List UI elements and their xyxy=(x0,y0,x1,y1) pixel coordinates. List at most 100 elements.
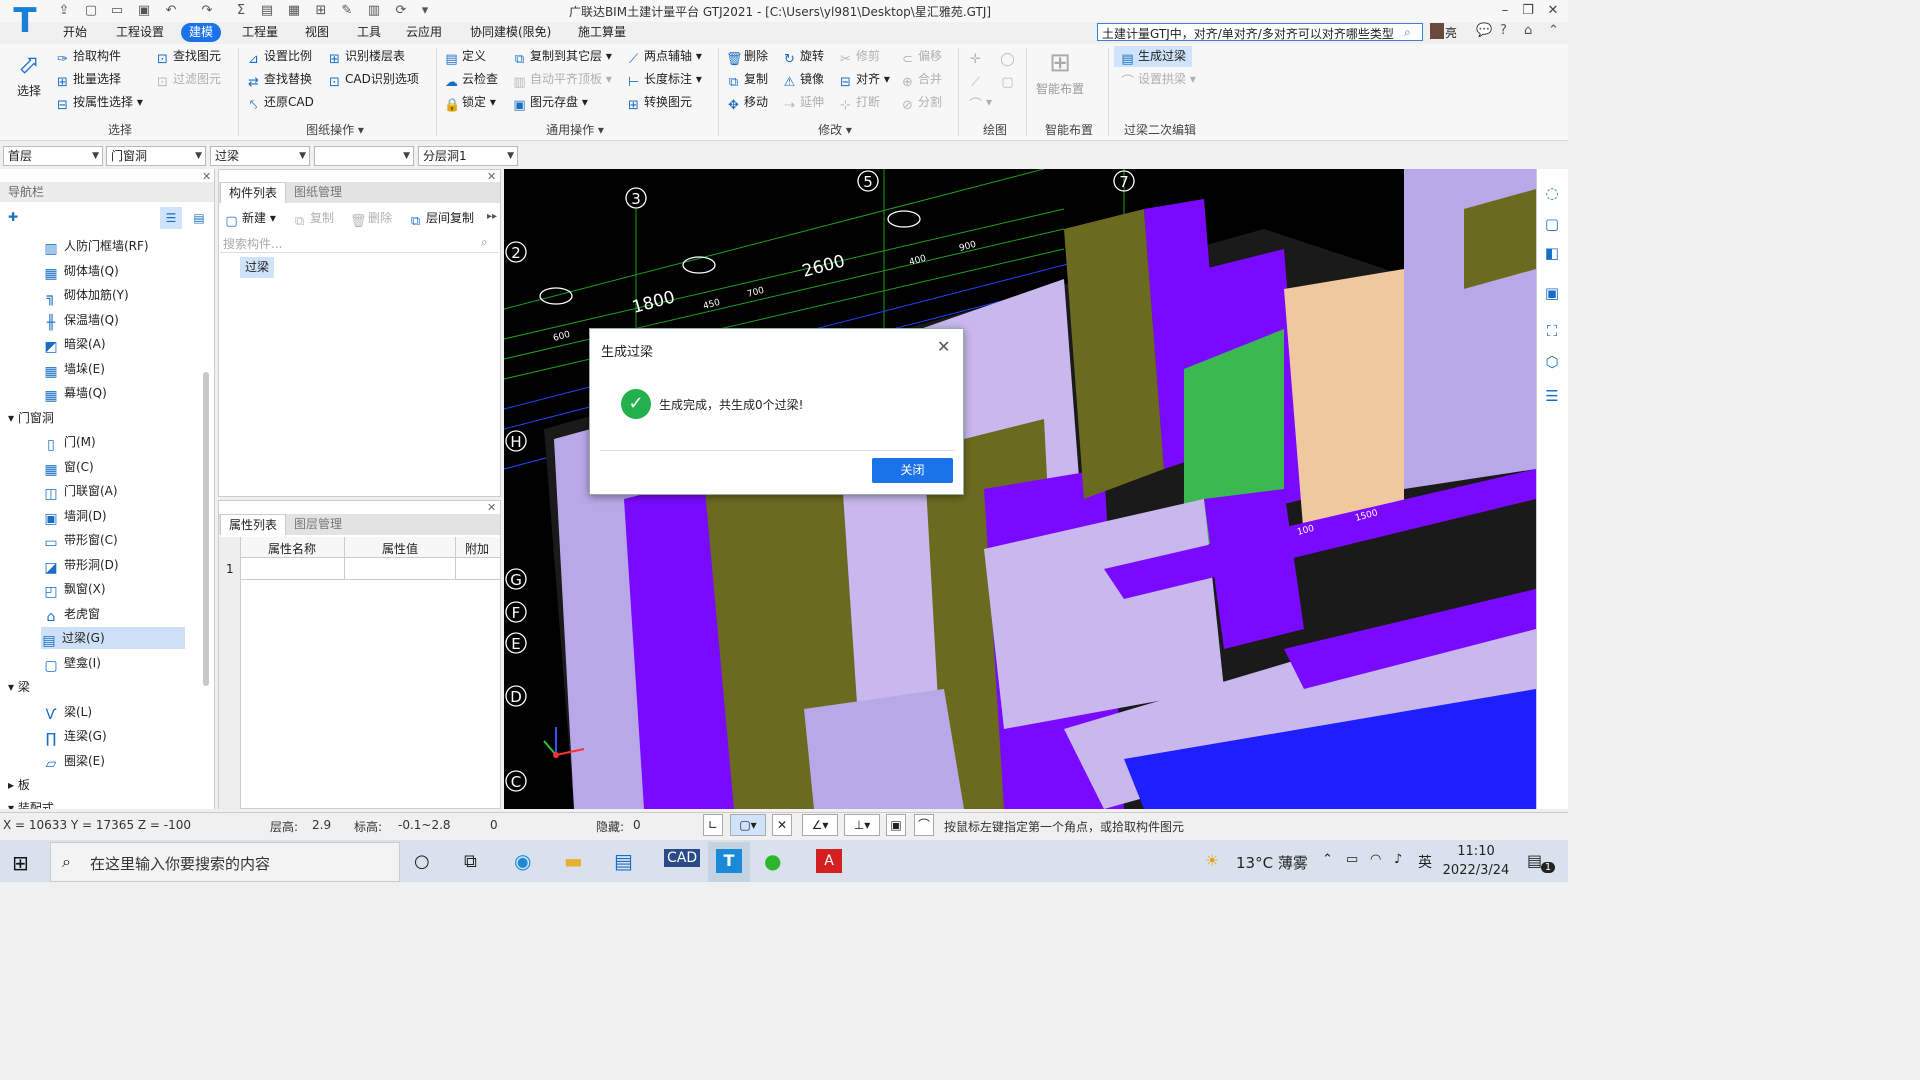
tab-drawing-manage[interactable]: 图纸管理 xyxy=(286,182,351,203)
filter-element-button[interactable]: ⊡ 过滤图元 xyxy=(155,69,221,90)
component-item-lintel[interactable]: 过梁 xyxy=(240,257,275,278)
sublayer-select[interactable]: 分层洞1 ▼ xyxy=(418,146,518,166)
align-button[interactable]: ⊟ 对齐 ▾ xyxy=(838,69,890,90)
nav-item-strip-window[interactable]: ▭ 带形窗(C) xyxy=(43,529,243,551)
close-icon[interactable]: ✕ xyxy=(487,170,496,183)
view-2d-icon[interactable]: ▢ xyxy=(1542,214,1562,234)
nav-item-beam[interactable]: Ѵ 梁(L) xyxy=(43,701,243,723)
orbit-icon[interactable]: ◌ xyxy=(1542,183,1562,203)
clock-time[interactable]: 11:10 xyxy=(1446,844,1506,859)
new-component-button[interactable]: ▢ 新建 ▾ xyxy=(224,208,276,229)
more-icon[interactable]: ▸▸ xyxy=(487,211,497,222)
nav-item-door[interactable]: ▯ 门(M) xyxy=(43,431,243,453)
batch-select-button[interactable]: ⊞ 批量选择 xyxy=(55,69,121,90)
help-search-input[interactable]: 土建计量GTJ中，对齐/单对齐/多对齐可以对齐哪些类型 xyxy=(1097,23,1423,41)
tray-expand-icon[interactable]: ⌃ xyxy=(1322,852,1333,867)
menu-tools[interactable]: 工具 xyxy=(349,23,389,42)
copy-to-other-floor-button[interactable]: ⧉ 复制到其它层 ▾ xyxy=(512,46,612,67)
nav-item-niche[interactable]: ▢ 壁龛(I) xyxy=(43,652,243,674)
nav-item-lintel[interactable]: ▤ 过梁(G) xyxy=(41,627,185,649)
sum-icon[interactable]: Σ xyxy=(232,2,250,20)
nav-item-dormer[interactable]: ⌂ 老虎窗 xyxy=(43,603,243,625)
minimize-icon[interactable]: – xyxy=(1493,0,1517,22)
nav-item-wall-buttress[interactable]: ▦ 墙垛(E) xyxy=(43,358,243,380)
nav-item-hidden-beam[interactable]: ◩ 暗梁(A) xyxy=(43,333,243,355)
lock-button[interactable]: 🔒 锁定 ▾ xyxy=(444,92,496,113)
save-element-button[interactable]: ▣ 图元存盘 ▾ xyxy=(512,92,588,113)
nav-item-ring-beam[interactable]: ▱ 圈梁(E) xyxy=(43,750,243,772)
search-icon[interactable]: ⌕ xyxy=(1404,25,1411,40)
component-select[interactable]: ▼ xyxy=(314,146,414,166)
close-icon[interactable]: ✕ xyxy=(202,170,211,183)
dynamic-view-icon[interactable]: ⬡ xyxy=(1542,352,1562,372)
weather-icon[interactable]: ☀ xyxy=(1205,851,1219,870)
floor-copy-button[interactable]: ⧉ 层间复制 xyxy=(408,208,474,229)
weather-text[interactable]: 13°C 薄雾 xyxy=(1236,852,1308,873)
nav-scrollbar[interactable] xyxy=(203,372,209,686)
report-icon[interactable]: ▤ xyxy=(258,2,276,20)
open-folder-icon[interactable]: ▭ xyxy=(108,2,126,20)
table-row[interactable] xyxy=(219,558,500,580)
nav-item-door-window[interactable]: ◫ 门联窗(A) xyxy=(43,480,243,502)
component-type-select[interactable]: 过梁 ▼ xyxy=(210,146,310,166)
delete-component-button[interactable]: 🗑删除 xyxy=(350,208,392,229)
notes-app-icon[interactable]: ▤ xyxy=(614,849,633,873)
notification-icon[interactable]: ▤ xyxy=(1527,851,1542,870)
clock-date[interactable]: 2022/3/24 xyxy=(1436,863,1516,878)
table-icon[interactable]: ⊞ xyxy=(312,2,330,20)
wechat-icon[interactable]: ● xyxy=(764,849,781,873)
set-scale-button[interactable]: ⊿ 设置比例 xyxy=(246,46,312,67)
menu-quantity[interactable]: 工程量 xyxy=(234,23,286,42)
arc-mode-icon[interactable]: ⌒ xyxy=(914,814,934,836)
cube-icon[interactable]: ▣ xyxy=(1542,283,1562,303)
draw-circle-button[interactable]: ◯ xyxy=(1000,46,1018,67)
convert-element-button[interactable]: ⊞ 转换图元 xyxy=(626,92,692,113)
component-search-input[interactable]: 搜索构件... xyxy=(220,233,498,253)
select-by-attribute-button[interactable]: ⊟ 按属性选择 ▾ xyxy=(55,92,143,113)
cad-options-button[interactable]: ⊡ CAD识别选项 xyxy=(327,69,419,90)
draw-point-button[interactable]: ✛ xyxy=(968,46,986,67)
copy-component-button[interactable]: ⧉ 复制 xyxy=(292,208,334,229)
nav-item-wall-opening[interactable]: ▣ 墙洞(D) xyxy=(43,505,243,527)
length-dimension-button[interactable]: ⊢ 长度标注 ▾ xyxy=(626,69,702,90)
nav-group-prefab[interactable]: ▾ 装配式 xyxy=(8,797,54,809)
trim-button[interactable]: ✂ 修剪 xyxy=(838,46,880,67)
angle-icon[interactable]: ∠▾ xyxy=(802,814,838,836)
task-view-icon[interactable]: ⧉ xyxy=(464,851,477,872)
generate-lintel-button[interactable]: ▤ 生成过梁 xyxy=(1114,46,1193,67)
volume-icon[interactable]: ♪ xyxy=(1394,852,1402,867)
nav-item-bay-window[interactable]: ◰ 飘窗(X) xyxy=(43,578,243,600)
list-view-icon[interactable]: ☰ xyxy=(160,207,182,229)
gtj-app-icon[interactable]: T xyxy=(716,849,742,873)
battery-icon[interactable]: ▭ xyxy=(1346,852,1358,867)
dimension-mode-icon[interactable]: ⊥▾ xyxy=(844,814,880,836)
close-icon[interactable]: ✕ xyxy=(487,501,496,514)
draw-rect-button[interactable]: ▢ xyxy=(1000,69,1018,90)
new-file-icon[interactable]: ▢ xyxy=(82,2,100,20)
nav-group-doors-windows[interactable]: ▾ 门窗洞 xyxy=(8,407,54,429)
identify-floor-table-button[interactable]: ⊞ 识别楼层表 xyxy=(327,46,405,67)
find-replace-button[interactable]: ⇄ 查找替换 xyxy=(246,69,312,90)
sync-icon[interactable]: ⟳ xyxy=(392,2,410,20)
network-icon[interactable]: ◠ xyxy=(1370,852,1381,867)
dialog-close-button[interactable]: 关闭 xyxy=(872,458,953,483)
nav-item-coupling-beam[interactable]: ∏ 连梁(G) xyxy=(43,725,243,747)
windows-start-icon[interactable]: ⊞ xyxy=(12,851,29,875)
pen-icon[interactable]: ✎ xyxy=(338,2,356,20)
restore-icon[interactable]: ❐ xyxy=(1516,0,1540,22)
detail-view-icon[interactable]: ▤ xyxy=(188,207,210,229)
define-button[interactable]: ▤ 定义 xyxy=(444,46,486,67)
file-explorer-icon[interactable]: ▬ xyxy=(564,849,583,873)
nav-item-strip-opening[interactable]: ◪ 带形洞(D) xyxy=(43,554,243,576)
cross-select-icon[interactable]: ✕ xyxy=(772,814,792,836)
floor-select[interactable]: 首层 ▼ xyxy=(3,146,103,166)
nav-group-beams[interactable]: ▾ 梁 xyxy=(8,676,30,698)
snap-box-icon[interactable]: ▢▾ xyxy=(730,814,766,836)
search-icon[interactable]: ⌕ xyxy=(481,235,488,250)
taskbar-search-text[interactable]: 在这里输入你要搜索的内容 xyxy=(90,853,270,874)
menu-start[interactable]: 开始 xyxy=(55,23,95,42)
tab-layer-manage[interactable]: 图层管理 xyxy=(286,514,351,535)
split-button[interactable]: ⊘ 分割 xyxy=(900,92,942,113)
menu-view[interactable]: 视图 xyxy=(297,23,337,42)
edge-browser-icon[interactable]: ◉ xyxy=(514,849,531,873)
